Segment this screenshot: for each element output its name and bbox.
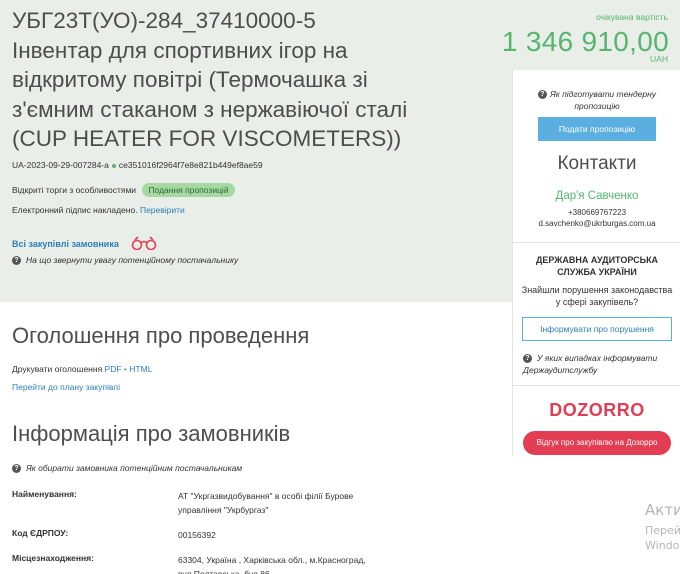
owners-heading: Інформація про замовників: [12, 421, 291, 446]
announcement-heading: Оголошення про проведення: [12, 323, 310, 348]
procedure-type: Відкриті торги з особливостями: [12, 185, 137, 195]
when-report-link[interactable]: ? У яких випадках інформувати Держаудитсл…: [523, 352, 673, 376]
location-label: Місцезнаходження:: [12, 553, 94, 563]
purchase-plan-link[interactable]: Перейти до плану закупівлі: [12, 382, 120, 392]
location-value: 63304, Україна , Харківська обл., м.Крас…: [178, 555, 366, 574]
how-choose-owner-link[interactable]: ? Як обирати замовника потенційним поста…: [12, 463, 242, 473]
print-label: Друкувати оголошення: [12, 364, 103, 374]
signature-text: Електронний підпис накладено.: [12, 205, 138, 215]
expected-value-label: очікувана вартість: [596, 12, 668, 22]
tender-id: UA-2023-09-29-007284-a: [12, 160, 109, 170]
activation-watermark-line3: Windo: [645, 539, 680, 552]
question-icon: ?: [12, 255, 21, 265]
prepare-proposal-link[interactable]: ? Як підготувати тендерну пропозицію: [527, 88, 667, 112]
dozorro-feedback-button[interactable]: Відгук про закупівлю на Дозорро: [523, 431, 671, 455]
tender-title: УБГ23Т(УО)-284_37410000-5 Інвентар для с…: [12, 8, 408, 151]
question-icon: ?: [537, 90, 547, 100]
dozorro-logo: DOZORRO: [549, 400, 645, 420]
contacts-heading: Контакти: [557, 153, 637, 174]
contact-name: Дар'я Савченко: [555, 190, 639, 202]
audit-service-title: ДЕРЖАВНА АУДИТОРСЬКА СЛУЖБА УКРАЇНИ: [535, 255, 659, 277]
expected-value: 1 346 910,00: [501, 26, 669, 57]
activation-watermark-line2: Перей,: [645, 524, 680, 537]
question-icon: ?: [523, 354, 532, 364]
report-violation-button[interactable]: Інформувати про порушення: [522, 317, 672, 341]
prepare-proposal-text: Як підготувати тендерну пропозицію: [549, 89, 657, 111]
submit-proposal-button[interactable]: Подати пропозицію: [538, 117, 656, 141]
activation-watermark-line1: Акти: [645, 501, 680, 519]
contact-email[interactable]: d.savchenko@ukrburgas.com.ua: [513, 219, 680, 228]
verify-signature-link[interactable]: Перевірити: [140, 205, 185, 215]
divider: [513, 385, 680, 386]
when-report-text: У яких випадках інформувати Держаудитслу…: [523, 353, 658, 375]
print-html-link[interactable]: HTML: [129, 364, 152, 374]
edrpou-label: Код ЄДРПОУ:: [12, 528, 69, 538]
audit-service-text: Знайшли порушення законодавства у сфері …: [521, 285, 673, 307]
question-icon: ?: [12, 463, 21, 473]
supplier-attention-text: На що звернути увагу потенційному постач…: [26, 255, 239, 265]
separator-dot-icon: •: [123, 364, 127, 374]
currency-label: UAH: [650, 54, 668, 64]
owner-name-label: Найменування:: [12, 489, 77, 499]
edrpou-value: 00156392: [178, 530, 216, 540]
how-choose-owner-text: Як обирати замовника потенційним постача…: [26, 463, 243, 473]
signature-row: Електронний підпис накладено. Перевірити: [12, 205, 185, 215]
tender-hash: ce351016f2964f7e8e821b449ef8ae59: [118, 160, 263, 170]
owner-name-value: АТ "Укргазвидобування" в особі філії Бур…: [178, 491, 354, 515]
binoculars-icon: [131, 236, 157, 252]
tender-identifier: UA-2023-09-29-007284-a ce351016f2964f7e8e…: [12, 160, 263, 170]
contact-phone: +380669767223: [567, 208, 627, 217]
all-purchases-label: Всі закупівлі замовника: [12, 239, 119, 249]
side-panel: ? Як підготувати тендерну пропозицію Пода…: [512, 70, 680, 456]
supplier-attention-link[interactable]: ? На що звернути увагу потенційному пост…: [12, 255, 238, 265]
print-pdf-link[interactable]: PDF: [105, 364, 122, 374]
status-badge: Подання пропозицій: [142, 183, 235, 197]
procedure-type-row: Відкриті торги з особливостями Подання п…: [12, 183, 235, 197]
print-announcement-row: Друкувати оголошення PDF • HTML: [12, 364, 152, 374]
all-purchases-link[interactable]: Всі закупівлі замовника: [12, 236, 157, 252]
separator-dot-icon: [111, 163, 116, 168]
divider: [513, 242, 680, 243]
